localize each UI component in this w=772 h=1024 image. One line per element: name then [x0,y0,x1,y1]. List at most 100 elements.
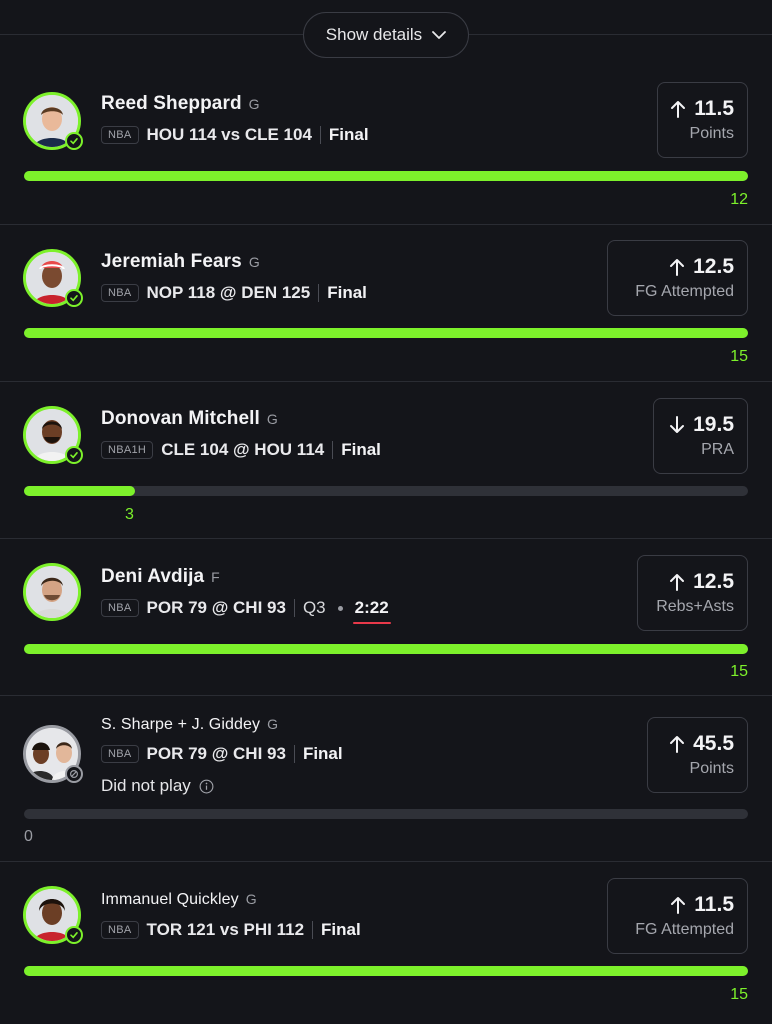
league-tag: NBA1H [101,441,154,459]
pick-card[interactable]: Jeremiah Fears G NBA NOP 118 @ DEN 125 F… [0,225,772,382]
progress-bar [24,486,748,496]
matchup-score: NOP 118 @ DEN 125 [146,283,311,302]
projection-box[interactable]: 19.5 PRA [653,398,748,474]
result-value: 15 [730,663,748,680]
player-position: G [267,716,278,732]
info-icon[interactable] [199,779,214,794]
player-name[interactable]: Reed Sheppard [101,93,242,115]
line-value: 45.5 [693,732,734,755]
show-details-label: Show details [325,25,423,44]
player-position: F [211,569,220,585]
player-name-row: Reed Sheppard G [101,93,260,115]
line-value: 19.5 [693,413,734,436]
game-info: NBA POR 79 @ CHI 93 Q3 2:22 [101,598,391,624]
stat-type: FG Attempted [635,921,734,938]
arrow-down-icon [670,416,685,433]
stat-type: Rebs+Asts [656,598,734,615]
game-info: NBA1H CLE 104 @ HOU 114 Final [101,440,381,460]
did-not-play-note: Did not play [101,776,214,796]
check-icon [65,289,83,307]
game-status: Final [327,283,367,302]
player-name[interactable]: Deni Avdija [101,566,204,588]
game-info: NBA NOP 118 @ DEN 125 Final [101,283,367,303]
player-name-row: Immanuel Quickley G [101,891,257,909]
game-status: Final [321,920,361,939]
projection-box[interactable]: 45.5 Points [647,717,748,793]
player-name-row: Deni Avdija F [101,566,220,588]
game-clock: 2:22 [352,598,391,624]
blocked-icon [65,765,83,783]
matchup-score: HOU 114 vs CLE 104 [146,125,312,144]
player-name[interactable]: Donovan Mitchell [101,408,260,430]
matchup-score: CLE 104 @ HOU 114 [161,440,325,459]
line-value: 11.5 [694,893,734,916]
stat-type: PRA [701,441,734,458]
divider [332,441,334,459]
player-name[interactable]: Jeremiah Fears [101,251,242,273]
pick-card[interactable]: Donovan Mitchell G NBA1H CLE 104 @ HOU 1… [0,382,772,539]
divider [293,745,295,763]
game-status: Final [328,125,369,144]
stat-type: FG Attempted [635,283,734,300]
result-value: 3 [125,506,134,523]
check-icon [65,132,83,150]
league-tag: NBA [101,921,139,939]
arrow-up-icon [671,897,686,914]
matchup-score: TOR 121 vs PHI 112 [146,920,305,939]
game-info: NBA HOU 114 vs CLE 104 Final [101,125,369,145]
pick-card[interactable]: Immanuel Quickley G NBA TOR 121 vs PHI 1… [0,862,772,1024]
projection-box[interactable]: 12.5 Rebs+Asts [637,555,748,631]
progress-bar [24,809,748,819]
league-tag: NBA [101,284,139,302]
result-value: 15 [730,348,748,365]
did-not-play-label: Did not play [101,776,191,795]
progress-bar [24,644,748,654]
arrow-up-icon [671,101,686,118]
player-name[interactable]: Immanuel Quickley [101,891,239,909]
player-name-row: S. Sharpe + J. Giddey G [101,716,278,734]
arrow-up-icon [670,259,685,276]
projection-box[interactable]: 12.5 FG Attempted [607,240,748,316]
game-status: Final [302,744,343,763]
game-info: NBA TOR 121 vs PHI 112 Final [101,920,361,940]
pick-card[interactable]: Deni Avdija F NBA POR 79 @ CHI 93 Q3 2:2… [0,539,772,696]
show-details-button[interactable]: Show details [303,12,469,58]
progress-fill [24,328,748,338]
league-tag: NBA [101,745,139,763]
divider [319,126,321,144]
player-name-row: Donovan Mitchell G [101,408,278,430]
progress-fill [24,486,136,496]
check-icon [65,926,83,944]
progress-bar [24,328,748,338]
check-icon [65,446,83,464]
divider [293,599,295,617]
projection-box[interactable]: 11.5 Points [657,82,748,158]
player-avatar [23,563,81,621]
pick-card[interactable]: S. Sharpe + J. Giddey G NBA POR 79 @ CHI… [0,696,772,862]
divider [318,284,320,302]
divider [312,921,314,939]
line-value: 12.5 [693,570,734,593]
chevron-down-icon [432,30,447,39]
game-status: Final [341,440,381,459]
player-name-row: Jeremiah Fears G [101,251,260,273]
player-name[interactable]: S. Sharpe + J. Giddey [101,716,260,734]
player-position: G [266,411,278,427]
arrow-up-icon [670,736,685,753]
game-info: NBA POR 79 @ CHI 93 Final [101,744,343,764]
pick-card[interactable]: Reed Sheppard G NBA HOU 114 vs CLE 104 F… [0,68,772,225]
league-tag: NBA [101,599,139,617]
line-value: 11.5 [694,97,734,120]
progress-fill [24,966,748,976]
live-dot [337,605,343,611]
matchup-score: POR 79 @ CHI 93 [146,744,286,763]
stat-type: Points [689,760,734,777]
matchup-score: POR 79 @ CHI 93 [146,598,286,617]
picks-page: Show details Reed Sheppard G NBA HOU 114… [0,0,772,1024]
player-position: G [248,254,260,270]
projection-box[interactable]: 11.5 FG Attempted [607,878,748,954]
player-position: G [248,96,260,112]
game-period: Q3 [302,598,326,617]
result-value: 0 [24,828,33,845]
progress-fill [24,644,748,654]
